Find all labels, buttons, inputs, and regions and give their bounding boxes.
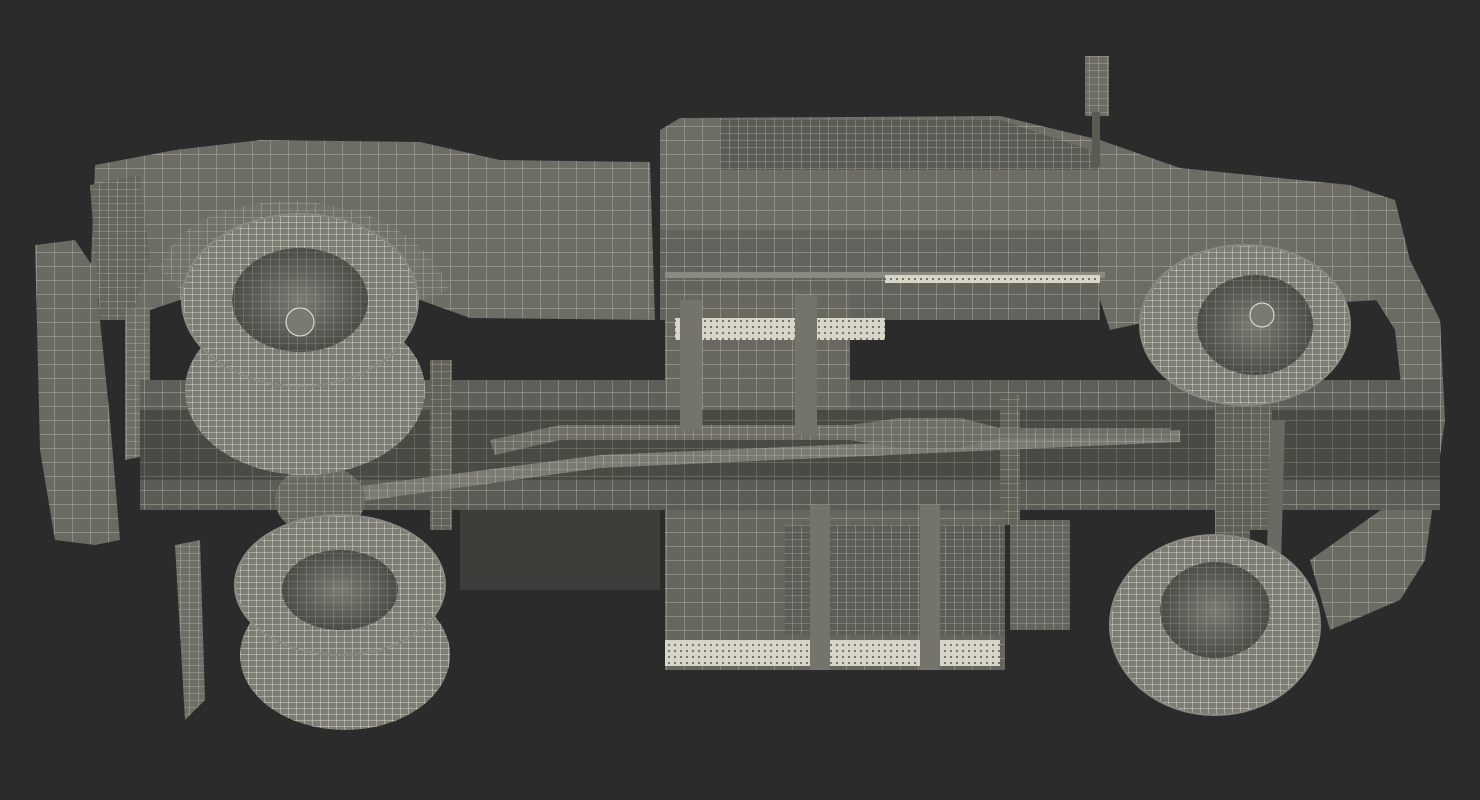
front-lower-tire: [1109, 534, 1321, 716]
fuel-tank: [665, 505, 1070, 670]
ground-shadow: [460, 510, 660, 590]
rear-lower-tire: [234, 514, 450, 730]
mud-flap-lower: [175, 540, 205, 720]
front-upper-tire: [1139, 244, 1351, 406]
rear-upper-tire: [181, 213, 425, 475]
truck-wireframe-render: [35, 56, 1445, 730]
